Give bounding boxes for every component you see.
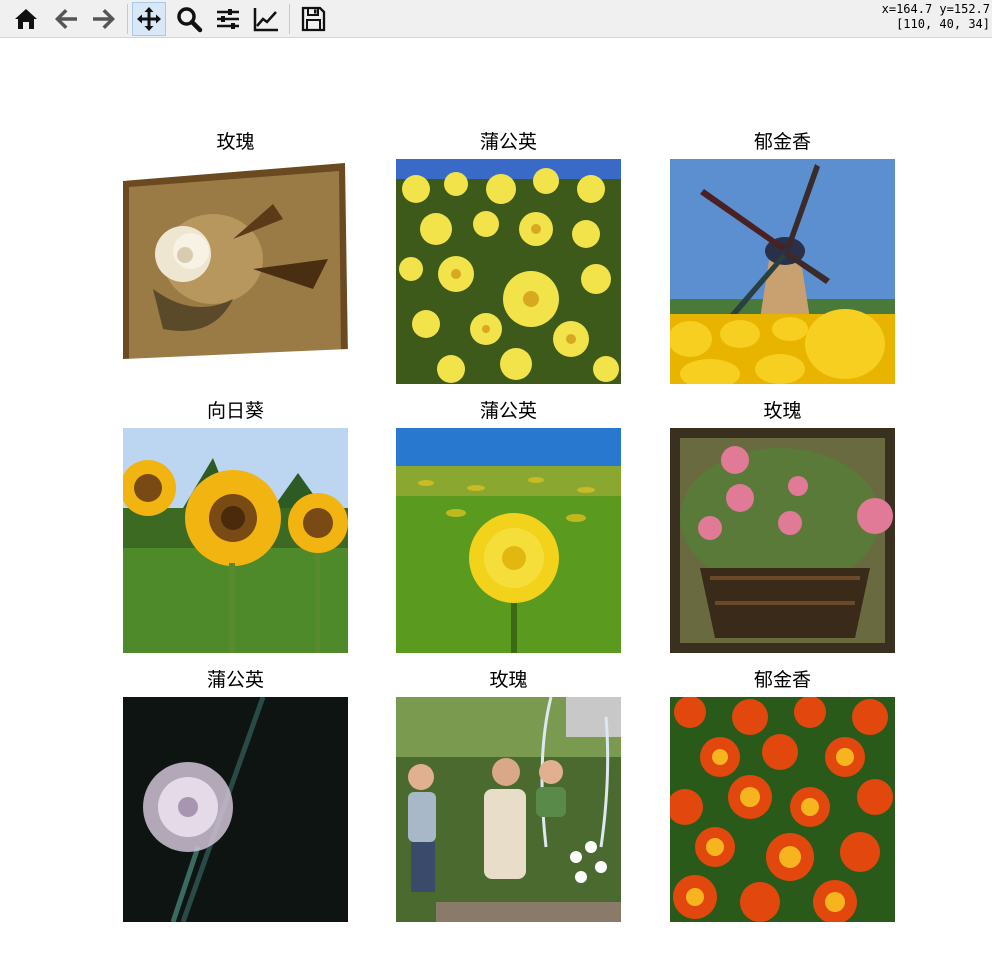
- axes-icon: [253, 8, 278, 32]
- family-fountain-photo: [396, 697, 621, 922]
- subplot-title: 向日葵: [206, 400, 264, 422]
- toolbar-separator: [289, 4, 290, 34]
- subplot-title: 蒲公英: [479, 131, 537, 153]
- home-icon: [15, 9, 37, 29]
- rose-photo-vintage: [123, 159, 348, 384]
- forward-button[interactable]: [87, 2, 121, 36]
- zoom-icon: [177, 7, 203, 33]
- subplot-title: 蒲公英: [479, 400, 537, 422]
- pixel-value: [110, 40, 34]: [896, 17, 990, 31]
- back-icon: [55, 9, 77, 29]
- save-button[interactable]: [296, 2, 330, 36]
- orange-tulips-photo: [670, 697, 895, 922]
- windmill-tulip-photo: [670, 159, 895, 384]
- back-button[interactable]: [49, 2, 83, 36]
- forward-icon: [93, 9, 115, 29]
- axes-button[interactable]: [249, 2, 283, 36]
- subplots-icon: [217, 9, 239, 29]
- subplots-button[interactable]: [211, 2, 245, 36]
- save-icon: [301, 6, 326, 32]
- subplot-title: 郁金香: [753, 669, 811, 691]
- toolbar: x=164.7 y=152.7 [110, 40, 34]: [0, 0, 992, 38]
- cursor-readout: x=164.7 y=152.7 [110, 40, 34]: [882, 2, 990, 32]
- dandelion-meadow-photo: [396, 428, 621, 653]
- subplot-title: 玫瑰: [489, 669, 528, 691]
- pan-button[interactable]: [132, 2, 166, 36]
- subplot-title: 玫瑰: [763, 400, 802, 422]
- yellow-daisy-field-photo: [396, 159, 621, 384]
- subplot-title: 玫瑰: [216, 131, 255, 153]
- zoom-button[interactable]: [172, 2, 206, 36]
- home-button[interactable]: [9, 2, 43, 36]
- rose-basket-photo: [670, 428, 895, 653]
- subplot-title: 郁金香: [753, 131, 811, 153]
- subplot-title: 蒲公英: [206, 669, 264, 691]
- sunflower-field-photo: [123, 428, 348, 653]
- cursor-coordinates: x=164.7 y=152.7: [881, 2, 990, 16]
- dandelion-seedhead-photo: [123, 697, 348, 922]
- figure-canvas[interactable]: 玫瑰 蒲公英 郁金香 向日葵 蒲公英 玫瑰 蒲公英 玫瑰 郁金香: [0, 39, 992, 964]
- toolbar-separator: [127, 4, 128, 34]
- pan-icon: [137, 7, 161, 31]
